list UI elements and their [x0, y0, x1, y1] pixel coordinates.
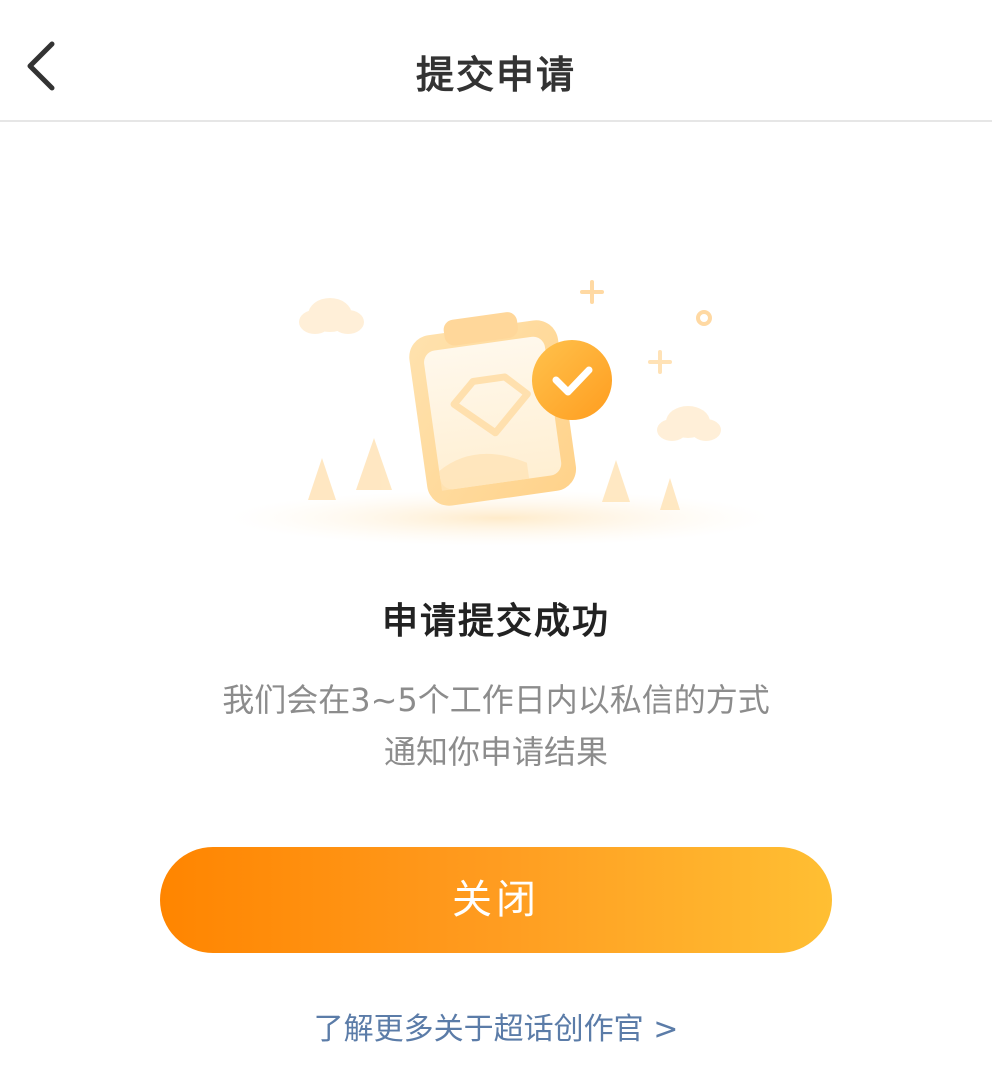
result-description: 我们会在3~5个工作日内以私信的方式: [222, 681, 770, 719]
learn-more-link[interactable]: 了解更多关于超话创作官 >: [0, 1004, 992, 1048]
ring-icon: [696, 310, 712, 326]
navigation-bar: 提交申请: [0, 0, 992, 122]
result-description: 通知你申请结果: [383, 733, 608, 771]
cloud-icon: [657, 406, 721, 441]
success-title: 申请提交成功: [381, 601, 610, 642]
cloud-icon: [299, 298, 364, 334]
page-title: 提交申请: [415, 53, 576, 97]
submit-success-illustration: [220, 270, 780, 550]
sparkle-icon: [580, 280, 604, 304]
close-button[interactable]: 关闭: [160, 847, 832, 953]
sparkle-icon: [648, 350, 672, 374]
check-badge-icon: [532, 340, 612, 420]
